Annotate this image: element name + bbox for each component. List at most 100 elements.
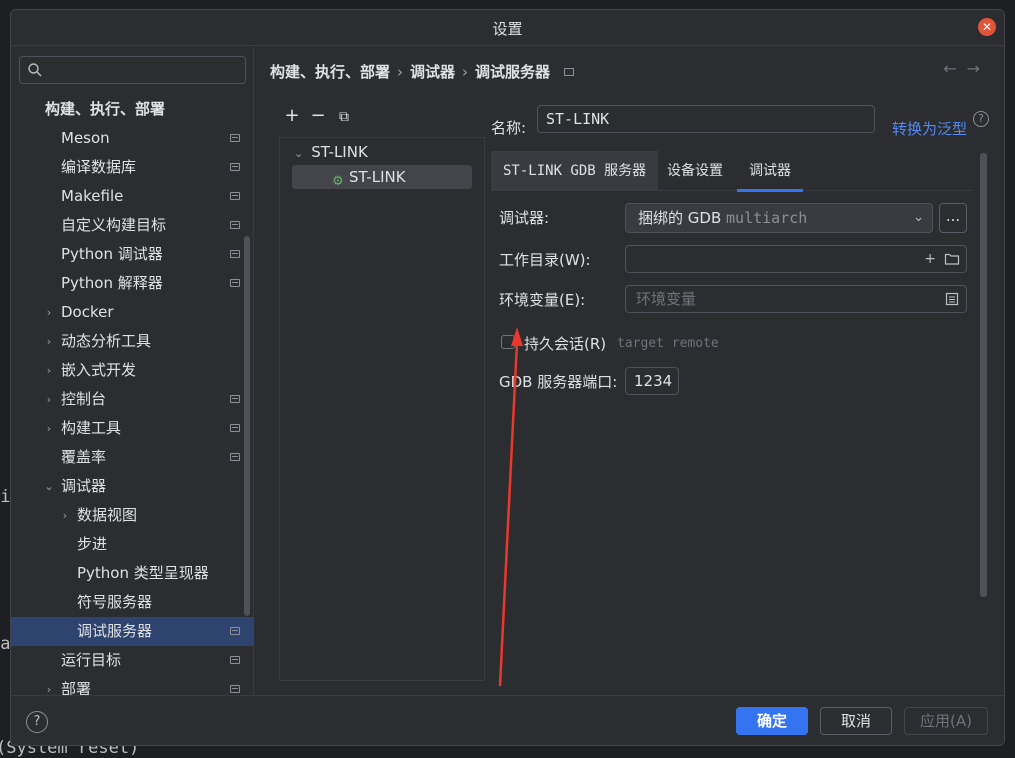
persistent-session-label[interactable]: 持久会话(R) [524,333,606,354]
name-label: 名称: [491,119,527,137]
tree-root-item[interactable]: ⌄ ST-LINK [294,143,368,161]
chevron-down-icon[interactable]: ⌄ [43,472,55,501]
sidebar-item-13[interactable]: ⌄ 调试器 [11,472,254,501]
content-scrollbar[interactable] [980,153,987,597]
remove-icon[interactable]: − [305,105,331,126]
add-icon[interactable]: + [279,105,305,126]
env-input[interactable]: 环境变量 [625,285,967,313]
sidebar-item-3[interactable]: Makefile [11,182,254,211]
sidebar-item-15[interactable]: 步进 [11,530,254,559]
sidebar-item-1[interactable]: Meson [11,124,254,153]
help-icon[interactable]: ? [26,711,48,733]
forward-arrow-icon[interactable]: → [967,59,990,78]
debug-server-icon: ⚙ [332,174,344,189]
chevron-right-icon[interactable]: › [43,298,55,327]
convert-to-generic-link[interactable]: 转换为泛型 [892,118,967,139]
chevron-right-icon[interactable]: › [59,501,71,530]
pin-icon [230,424,240,432]
workdir-label: 工作目录(W): [499,251,591,269]
persistent-session-hint: target remote [617,336,719,351]
tab-device-settings[interactable]: 设备设置 [655,151,735,191]
add-icon[interactable]: + [924,246,936,272]
pin-icon [230,192,240,200]
document-icon[interactable] [944,291,960,307]
sidebar-item-16[interactable]: Python 类型呈现器 [11,559,254,588]
sidebar-item-label: 动态分析工具 [61,332,152,350]
gdb-port-input[interactable]: 1234 [625,367,679,395]
tree-child-item[interactable]: ⚙ ST-LINK [292,165,472,189]
tree-root-label: ST-LINK [311,143,368,161]
sidebar-item-0[interactable]: 构建、执行、部署 [11,95,254,124]
sidebar-item-label: Docker [61,303,114,321]
back-arrow-icon[interactable]: ← [943,59,966,78]
apply-button[interactable]: 应用(A) [904,707,988,735]
dialog-title: 设置 [492,20,523,38]
sidebar-item-2[interactable]: 编译数据库 [11,153,254,182]
sidebar-item-5[interactable]: Python 调试器 [11,240,254,269]
help-icon[interactable]: ? [973,111,989,127]
pin-icon [230,627,240,635]
sidebar-item-8[interactable]: › 动态分析工具 [11,327,254,356]
settings-search-input[interactable] [19,56,246,84]
more-options-button[interactable]: ... [939,203,967,233]
sidebar-item-9[interactable]: › 嵌入式开发 [11,356,254,385]
sidebar-item-label: Meson [61,129,110,147]
breadcrumb-item-build[interactable]: 构建、执行、部署 [270,63,390,81]
pin-icon [230,453,240,461]
pin-icon [564,68,575,76]
breadcrumb-item-debugger[interactable]: 调试器 [410,63,455,81]
sidebar-item-label: 运行目标 [61,651,122,669]
debugger-select[interactable]: 捆绑的 GDB multiarch ⌄ [625,203,933,233]
cancel-button[interactable]: 取消 [820,707,892,735]
pin-icon [230,163,240,171]
sidebar-scrollbar[interactable] [244,236,250,616]
sidebar-item-6[interactable]: Python 解释器 [11,269,254,298]
sidebar-item-label: 构建工具 [61,419,122,437]
chevron-down-icon: ⌄ [913,210,924,225]
sidebar-item-label: 自定义构建目标 [61,216,167,234]
dialog-titlebar: 设置 ✕ [11,10,1004,46]
close-icon[interactable]: ✕ [978,18,996,36]
sidebar-item-label: 构建、执行、部署 [45,100,166,118]
sidebar-item-label: Python 解释器 [61,274,163,292]
sidebar-item-label: 符号服务器 [77,593,153,611]
tree-toolbar: + − ⧉ [279,105,357,126]
sidebar-item-10[interactable]: › 控制台 [11,385,254,414]
chevron-right-icon[interactable]: › [43,327,55,356]
sidebar-item-18[interactable]: 调试服务器 [11,617,254,646]
tab-gdb-server[interactable]: ST-LINK GDB 服务器 [491,151,659,191]
copy-icon[interactable]: ⧉ [331,109,357,125]
name-input[interactable]: ST-LINK [537,105,875,133]
editor-fragment-left-mid: la [0,634,11,654]
config-tabs: ST-LINK GDB 服务器 设备设置 调试器 [491,151,973,192]
sidebar-item-12[interactable]: 覆盖率 [11,443,254,472]
settings-sidebar: 构建、执行、部署 Meson 编译数据库 Makefile 自定义构建目标 Python … [11,47,254,698]
breadcrumb-separator: › [397,63,404,81]
ok-button[interactable]: 确定 [736,707,808,735]
sidebar-item-label: Python 类型呈现器 [77,564,209,582]
sidebar-item-14[interactable]: › 数据视图 [11,501,254,530]
tab-debugger[interactable]: 调试器 [737,151,803,192]
sidebar-item-label: Makefile [61,187,124,205]
server-tree: ⌄ ST-LINK ⚙ ST-LINK [279,137,485,681]
chevron-right-icon[interactable]: › [43,414,55,443]
workdir-input[interactable]: + [625,245,967,273]
env-placeholder: 环境变量 [636,290,697,308]
sidebar-item-7[interactable]: › Docker [11,298,254,327]
sidebar-item-17[interactable]: 符号服务器 [11,588,254,617]
sidebar-item-label: 步进 [77,535,108,553]
sidebar-item-11[interactable]: › 构建工具 [11,414,254,443]
sidebar-item-label: 控制台 [61,390,107,408]
gdb-port-label: GDB 服务器端口: [499,373,618,391]
persistent-session-checkbox[interactable] [501,335,515,349]
sidebar-item-label: Python 调试器 [61,245,163,263]
chevron-right-icon[interactable]: › [43,385,55,414]
chevron-right-icon[interactable]: › [43,356,55,385]
pin-icon [230,134,240,142]
pin-icon [230,221,240,229]
sidebar-item-19[interactable]: 运行目标 [11,646,254,675]
folder-icon[interactable] [944,251,960,267]
dialog-footer: ? 确定 取消 应用(A) [11,695,1004,745]
sidebar-item-4[interactable]: 自定义构建目标 [11,211,254,240]
chevron-down-icon[interactable]: ⌄ [294,147,303,160]
